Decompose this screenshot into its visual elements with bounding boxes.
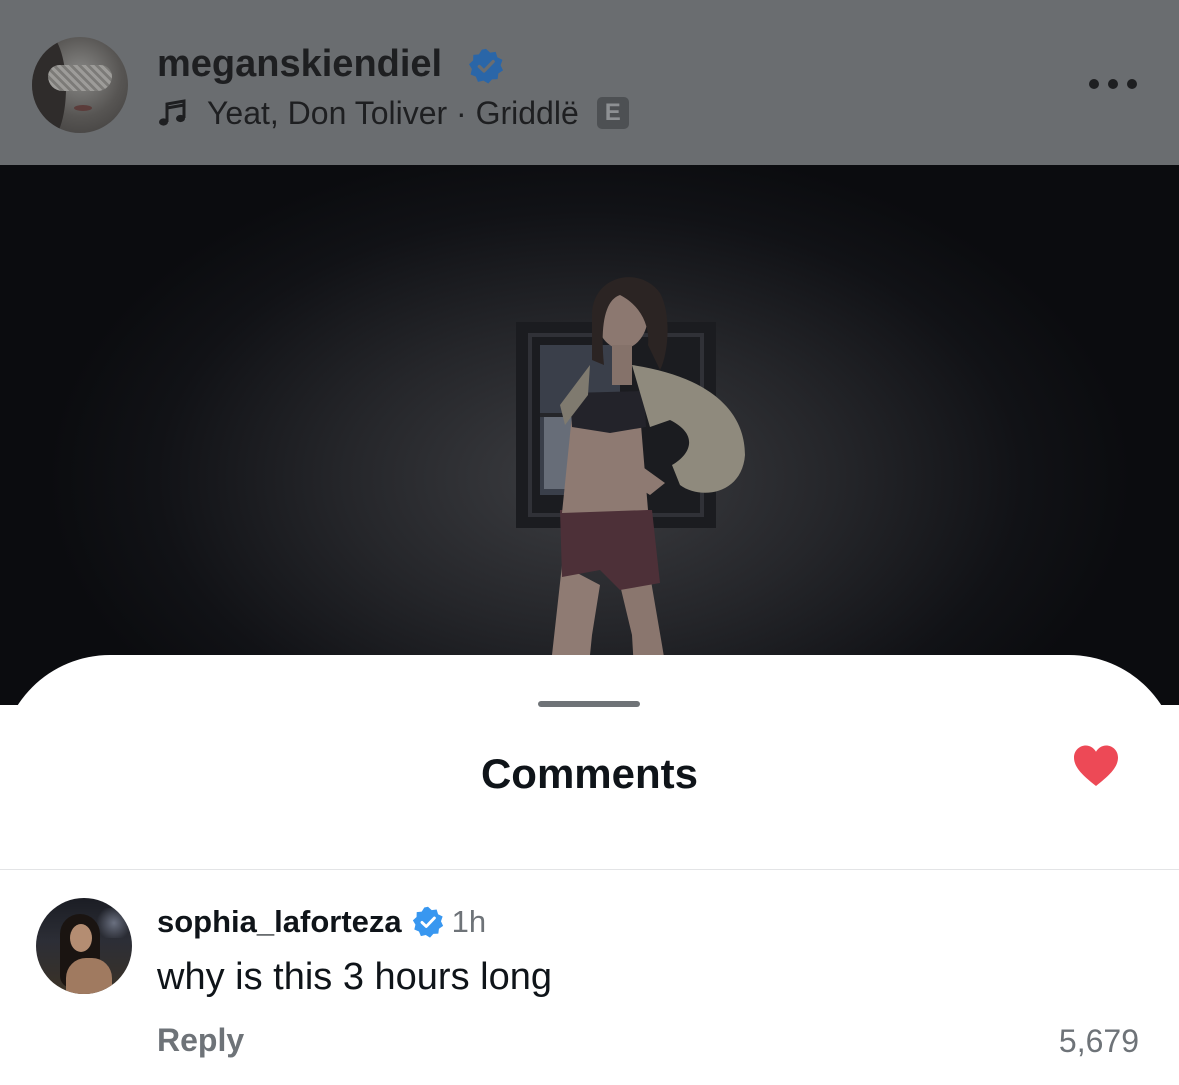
audio-attribution[interactable]: Yeat, Don Toliver · Griddlë E — [157, 92, 629, 134]
explicit-badge: E — [596, 97, 629, 129]
post-header: meganskiendiel Yeat, Don Toliver · Gridd… — [0, 0, 1179, 165]
comment-header: sophia_laforteza 1h — [157, 900, 486, 944]
video-frame-image — [516, 277, 745, 705]
heart-icon[interactable] — [1072, 744, 1120, 788]
sheet-title: Comments — [480, 750, 699, 797]
comment-timestamp: 1h — [451, 904, 487, 939]
verified-badge-icon — [468, 48, 504, 84]
comment-text: why is this 3 hours long — [157, 956, 552, 998]
author-avatar[interactable] — [32, 37, 128, 133]
comment-item: sophia_laforteza 1h why is this 3 hours … — [0, 870, 1179, 1085]
music-note-icon — [159, 99, 186, 126]
verified-badge-icon — [412, 906, 443, 938]
comments-sheet: Comments sophia_laforteza 1h why is this… — [0, 655, 1179, 1085]
reel-video[interactable] — [0, 165, 1179, 705]
reply-button[interactable]: Reply — [157, 1020, 244, 1060]
more-options-icon[interactable] — [1088, 78, 1138, 90]
author-username[interactable]: meganskiendiel — [157, 42, 442, 86]
commenter-username[interactable]: sophia_laforteza — [157, 904, 402, 940]
audio-track-label: Yeat, Don Toliver · Griddlë — [207, 94, 579, 131]
sheet-grabber-handle[interactable] — [538, 701, 640, 707]
like-count[interactable]: 5,679 — [1059, 1021, 1139, 1061]
commenter-avatar[interactable] — [36, 898, 132, 994]
